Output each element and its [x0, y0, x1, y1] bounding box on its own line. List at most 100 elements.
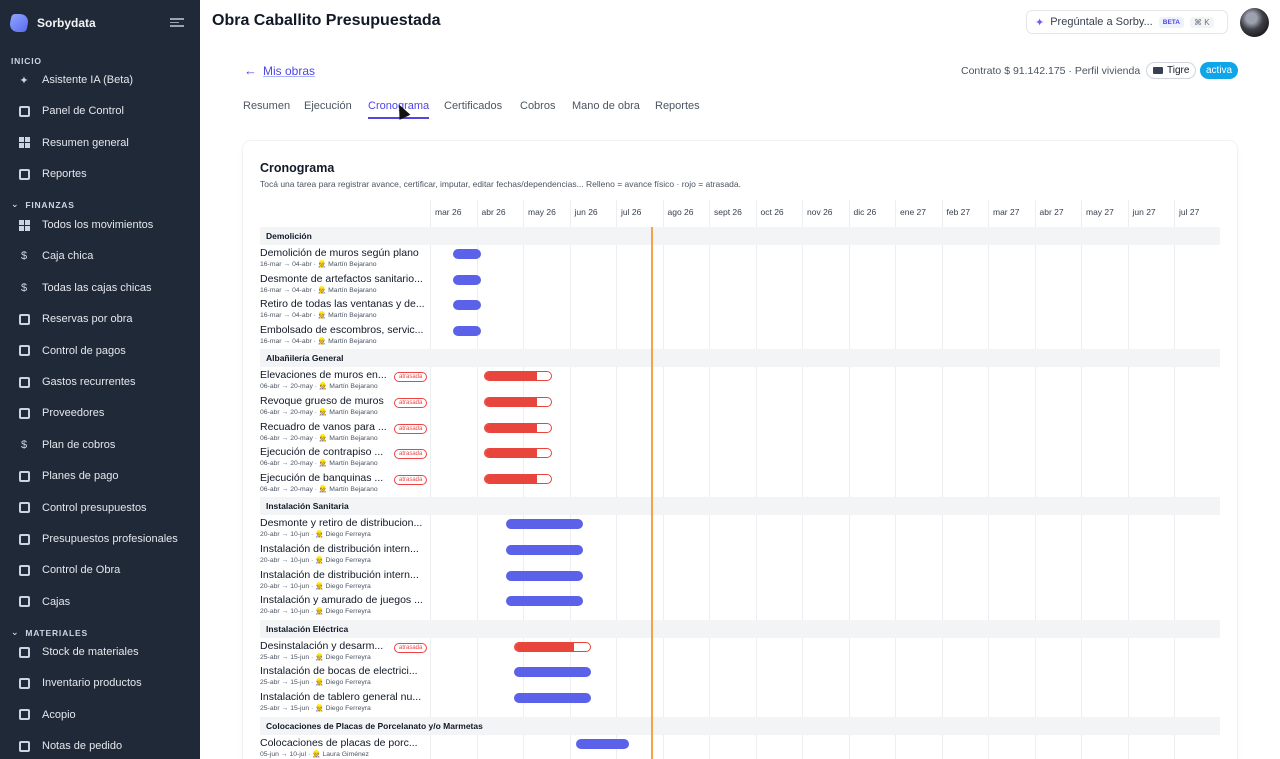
sidebar-item-label: Todas las cajas chicas: [42, 281, 152, 294]
task-name[interactable]: Elevaciones de muros en...: [260, 369, 387, 381]
task-name[interactable]: Ejecución de banquinas ...: [260, 472, 383, 484]
brand[interactable]: Sorbydata: [8, 12, 190, 34]
task-bar[interactable]: [505, 519, 584, 530]
task-bar[interactable]: [505, 545, 584, 555]
sidebar-item-label: Todos los movimientos: [42, 219, 154, 231]
task-progress-fill: [485, 398, 538, 406]
sidebar-item-todas-las-cajas-chicas[interactable]: $ Todas las cajas chicas: [0, 275, 200, 301]
sidebar-item-notas-de-pedido[interactable]: Notas de pedido: [0, 733, 200, 759]
section-materiales[interactable]: ⌄ MATERIALES: [11, 627, 88, 638]
grid-icon: [18, 219, 30, 231]
task-bar[interactable]: [513, 693, 592, 703]
task-bar[interactable]: [513, 667, 592, 678]
user-avatar[interactable]: [1240, 8, 1269, 37]
sidebar-item-presupuestos-profesionales[interactable]: Presupuestos profesionales: [0, 526, 200, 552]
late-badge: atrasada: [394, 398, 428, 408]
back-to-mis-obras-link[interactable]: ← Mis obras: [244, 63, 315, 78]
cronograma-title: Cronograma: [260, 161, 335, 175]
tab-mano-de-obra[interactable]: Mano de obra: [572, 100, 640, 112]
month-gridline: [709, 200, 710, 759]
tab-ejecuci-n[interactable]: Ejecución: [304, 100, 352, 112]
task-meta: 20-abr → 10-jun · 👷 Diego Ferreyra: [260, 531, 371, 539]
tab-certificados[interactable]: Certificados: [444, 100, 502, 112]
tab-cobros[interactable]: Cobros: [520, 100, 555, 112]
task-name[interactable]: Instalación de bocas de electrici...: [260, 665, 418, 677]
task-name[interactable]: Instalación y amurado de juegos ...: [260, 594, 423, 606]
month-gridline: [848, 200, 850, 759]
sidebar-item-asistente-ia-beta-[interactable]: ✦ Asistente IA (Beta): [0, 67, 200, 93]
month-label: may 27: [1086, 207, 1114, 217]
task-meta: 06-abr → 20-may · 👷 Martín Bejarano: [260, 434, 378, 442]
task-bar[interactable]: [484, 397, 552, 407]
task-name[interactable]: Desinstalación y desarm...: [260, 640, 383, 652]
task-bar[interactable]: [452, 325, 482, 336]
cronograma-subtitle: Tocá una tarea para registrar avance, ce…: [260, 179, 741, 189]
task-name[interactable]: Colocaciones de placas de porc...: [260, 737, 418, 749]
tab-reportes[interactable]: Reportes: [655, 100, 700, 112]
task-bar[interactable]: [484, 422, 552, 433]
sidebar-item-control-de-obra[interactable]: Control de Obra: [0, 557, 200, 583]
task-name[interactable]: Ejecución de contrapiso ...: [260, 446, 383, 458]
month-label: dic 26: [853, 207, 877, 217]
task-meta: 25-abr → 15-jun · 👷 Diego Ferreyra: [260, 679, 371, 687]
task-bar[interactable]: [484, 473, 552, 484]
task-bar[interactable]: [452, 300, 482, 311]
task-bar[interactable]: [484, 448, 552, 459]
sidebar-item-acopio[interactable]: Acopio: [0, 702, 200, 728]
task-name[interactable]: Embolsado de escombros, servic...: [260, 324, 423, 336]
task-bar[interactable]: [505, 596, 584, 607]
sidebar-item-control-de-pagos[interactable]: Control de pagos: [0, 338, 200, 364]
task-name[interactable]: Desmonte de artefactos sanitario...: [260, 273, 423, 285]
top-bar: Obra Caballito Presupuestada ✦ Pregúntal…: [200, 0, 1280, 44]
month-gridline: [1174, 200, 1175, 759]
group-header: Colocaciones de Placas de Porcelanato y/…: [260, 716, 1220, 735]
task-bar[interactable]: [513, 641, 592, 652]
month-label: sept 26: [714, 207, 742, 217]
task-name[interactable]: Instalación de distribución intern...: [260, 543, 419, 555]
late-badge: atrasada: [394, 372, 428, 383]
sidebar-item-control-presupuestos[interactable]: Control presupuestos: [0, 495, 200, 521]
sidebar-item-cajas[interactable]: Cajas: [0, 589, 200, 615]
sidebar-item-gastos-recurrentes[interactable]: Gastos recurrentes: [0, 369, 200, 395]
sidebar-item-plan-de-cobros[interactable]: $ Plan de cobros: [0, 432, 200, 458]
task-name[interactable]: Demolición de muros según plano: [260, 247, 419, 259]
arrow-left-icon: ←: [244, 63, 257, 78]
tab-resumen[interactable]: Resumen: [243, 100, 290, 112]
user-icon: [18, 564, 30, 576]
sidebar-item-caja-chica[interactable]: $ Caja chica: [0, 243, 200, 269]
ask-sorby-button[interactable]: ✦ Pregúntale a Sorby... BETA ⌘ K: [1026, 10, 1228, 34]
sidebar-item-resumen-general[interactable]: Resumen general: [0, 130, 200, 156]
section-materiales-label: MATERIALES: [25, 627, 88, 638]
sidebar-item-label: Reportes: [42, 168, 87, 181]
task-name[interactable]: Retiro de todas las ventanas y de...: [260, 298, 425, 310]
collapse-sidebar-icon[interactable]: [170, 16, 184, 28]
section-finanzas[interactable]: ⌄ FINANZAS: [11, 199, 75, 210]
sidebar-item-inventario-productos[interactable]: Inventario productos: [0, 670, 200, 696]
task-name[interactable]: Desmonte y retiro de distribucion...: [260, 517, 422, 529]
task-bar[interactable]: [452, 274, 482, 285]
month-label: jul 26: [621, 207, 642, 217]
sidebar-item-label: Control de pagos: [42, 344, 126, 357]
task-name[interactable]: Recuadro de vanos para ...: [260, 421, 387, 433]
task-bar[interactable]: [505, 570, 584, 581]
sidebar-item-panel-de-control[interactable]: Panel de Control: [0, 98, 200, 124]
sparkle-icon: ✦: [1035, 16, 1045, 29]
sidebar-item-planes-de-pago[interactable]: Planes de pago: [0, 463, 200, 489]
sidebar-item-reportes[interactable]: Reportes: [0, 161, 200, 187]
group-header: Demolición: [260, 227, 1220, 245]
task-bar[interactable]: [575, 738, 630, 749]
task-name[interactable]: Revoque grueso de muros: [260, 395, 384, 407]
task-bar[interactable]: [452, 249, 482, 259]
sidebar-item-stock-de-materiales[interactable]: Stock de materiales: [0, 639, 200, 665]
sidebar-item-reservas-por-obra[interactable]: Reservas por obra: [0, 306, 200, 332]
month-label: mar 27: [993, 207, 1020, 217]
sidebar-item-todos-los-movimientos[interactable]: Todos los movimientos: [0, 212, 200, 238]
task-progress-fill: [485, 474, 538, 483]
sidebar-item-label: Presupuestos profesionales: [42, 533, 178, 545]
sidebar-item-proveedores[interactable]: Proveedores: [0, 400, 200, 426]
task-name[interactable]: Instalación de distribución intern...: [260, 569, 419, 581]
task-bar[interactable]: [484, 371, 552, 382]
wallet-icon: [18, 596, 30, 608]
task-name[interactable]: Instalación de tablero general nu...: [260, 691, 421, 703]
project-tag[interactable]: Tigre: [1146, 62, 1197, 79]
